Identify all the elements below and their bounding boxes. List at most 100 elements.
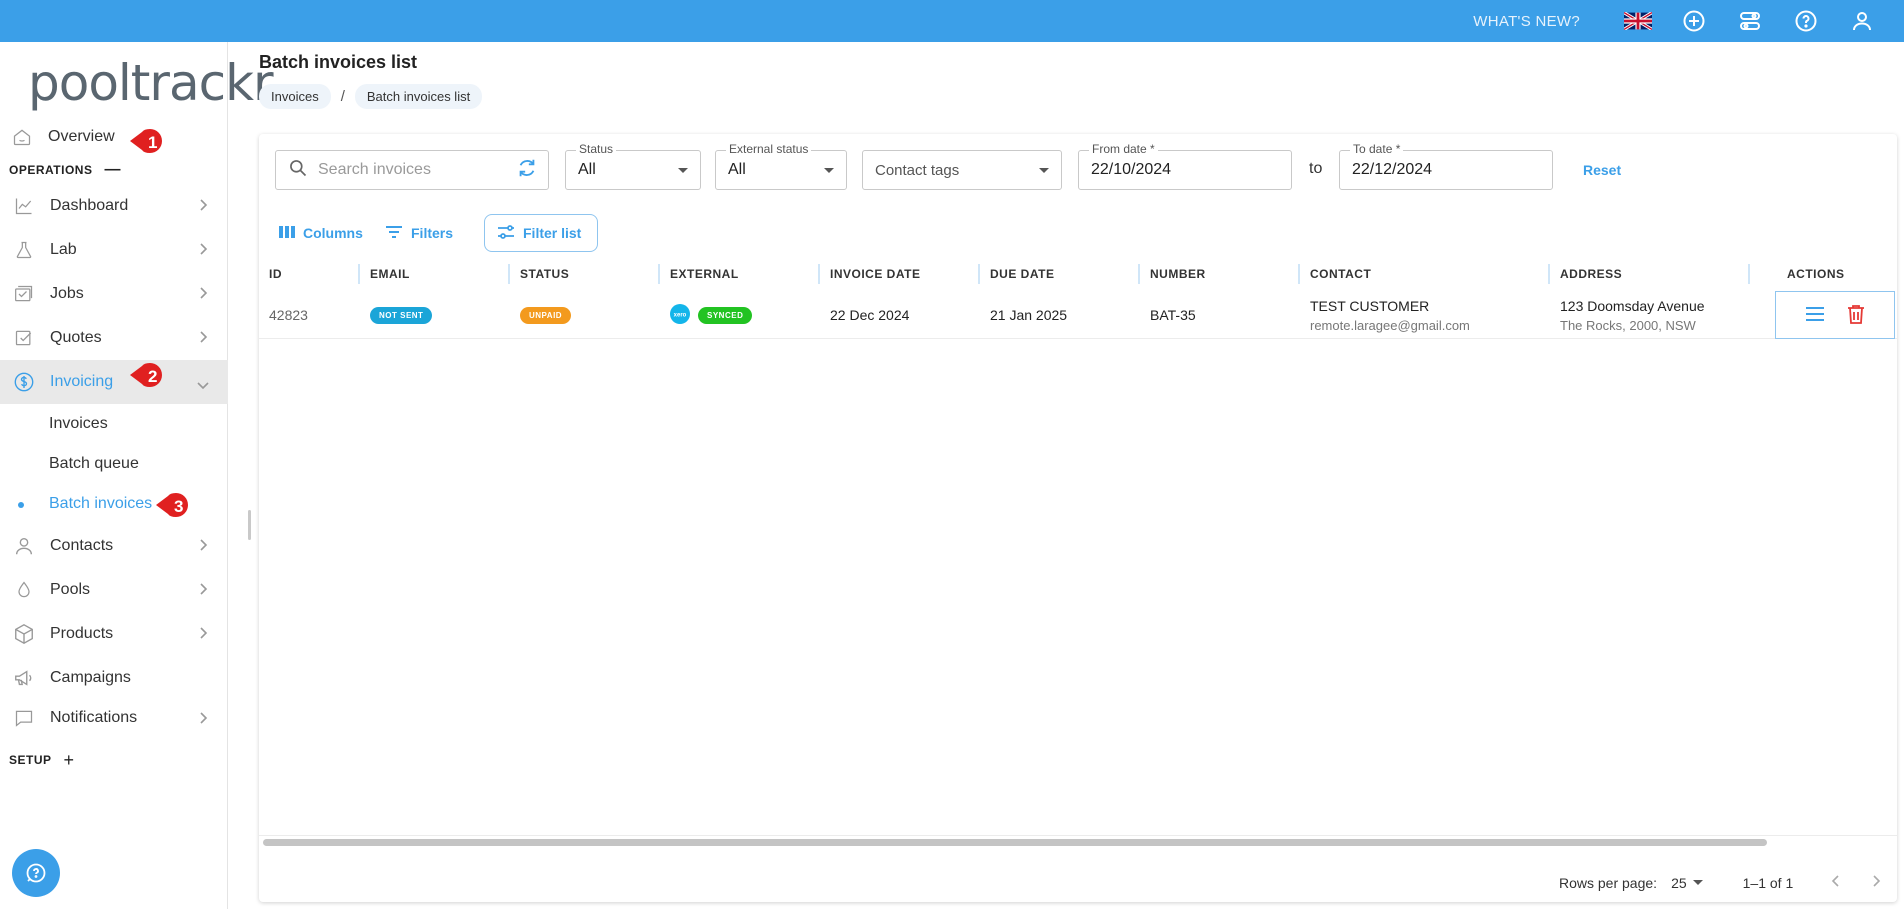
- rows-per-page-select[interactable]: 25: [1671, 875, 1703, 891]
- table-row[interactable]: 42823 NOT SENT UNPAID xero SYNCED 22 Dec…: [259, 291, 1897, 339]
- reset-button[interactable]: Reset: [1583, 162, 1621, 178]
- menu-icon[interactable]: [1805, 306, 1825, 325]
- column-header-id[interactable]: ID: [259, 257, 360, 291]
- sidebar-subitem-label: Batch queue: [49, 455, 139, 472]
- breadcrumb-invoices[interactable]: Invoices: [259, 84, 331, 109]
- sidebar-subitem-batch-queue[interactable]: Batch queue: [0, 444, 228, 484]
- xero-logo-icon: xero: [670, 303, 690, 327]
- caret-down-icon: [824, 168, 834, 173]
- column-header-external[interactable]: EXTERNAL: [660, 257, 820, 291]
- cell-address: 123 Doomsday Avenue The Rocks, 2000, NSW: [1550, 291, 1750, 339]
- column-header-label: NUMBER: [1150, 267, 1206, 281]
- collapse-minus-icon[interactable]: —: [104, 161, 121, 179]
- caret-down-icon: [678, 168, 688, 173]
- filter-list-label: Filter list: [523, 225, 582, 241]
- to-date-value: 22/12/2024: [1352, 161, 1433, 178]
- column-header-invoice-date[interactable]: INVOICE DATE: [820, 257, 980, 291]
- sidebar-item-notifications[interactable]: Notifications: [0, 700, 228, 736]
- contact-tags-select[interactable]: Contact tags: [862, 150, 1062, 190]
- contact-email: remote.laragee@gmail.com: [1310, 317, 1470, 333]
- from-date-label: From date *: [1089, 142, 1158, 156]
- sidebar-item-overview[interactable]: Overview: [0, 118, 228, 156]
- status-select[interactable]: Status All: [565, 142, 701, 190]
- sidebar-item-lab[interactable]: Lab: [0, 228, 228, 272]
- setup-section-header[interactable]: SETUP +: [0, 736, 228, 784]
- cell-email: NOT SENT: [360, 291, 510, 339]
- expand-plus-icon[interactable]: +: [64, 750, 75, 771]
- from-date-field[interactable]: From date * 22/10/2024: [1078, 142, 1292, 190]
- delete-icon[interactable]: [1847, 304, 1865, 327]
- sidebar-item-jobs[interactable]: Jobs: [0, 272, 228, 316]
- sidebar-item-invoicing[interactable]: Invoicing: [0, 360, 228, 404]
- columns-icon: [279, 225, 295, 242]
- sidebar-item-products[interactable]: Products: [0, 612, 228, 656]
- column-header-contact[interactable]: CONTACT: [1300, 257, 1550, 291]
- to-date-field[interactable]: To date * 22/12/2024: [1339, 142, 1553, 190]
- external-status-select[interactable]: External status All: [715, 142, 847, 190]
- box-icon: [10, 622, 38, 646]
- page-title: Batch invoices list: [259, 52, 418, 72]
- flask-icon: [10, 238, 38, 262]
- rows-per-page-value: 25: [1671, 874, 1687, 891]
- pooltrackr-logo[interactable]: pooltrackr: [28, 54, 274, 112]
- whats-new-link[interactable]: WHAT'S NEW?: [1473, 13, 1580, 30]
- sidebar-item-dashboard[interactable]: Dashboard: [0, 184, 228, 228]
- chevron-down-icon: [196, 377, 210, 395]
- chevron-right-icon: [198, 582, 208, 601]
- cell-contact: TEST CUSTOMER remote.laragee@gmail.com: [1300, 291, 1550, 339]
- dollar-circle-icon: [10, 370, 38, 394]
- jobs-icon: [10, 282, 38, 306]
- column-header-address[interactable]: ADDRESS: [1550, 257, 1750, 291]
- settings-toggles-icon[interactable]: [1722, 0, 1778, 42]
- sidebar-item-label: Jobs: [50, 285, 84, 302]
- status-select-value: All: [578, 161, 596, 178]
- columns-label: Columns: [303, 225, 363, 241]
- chart-line-icon: [10, 194, 38, 218]
- support-chat-button[interactable]: [12, 849, 60, 897]
- columns-button[interactable]: Columns: [267, 214, 375, 252]
- column-header-status[interactable]: STATUS: [510, 257, 660, 291]
- refresh-icon[interactable]: [516, 157, 538, 184]
- cell-invoice-date: 22 Dec 2024: [830, 307, 910, 323]
- caret-down-icon: [1692, 880, 1703, 885]
- chevron-right-icon: [198, 711, 208, 730]
- next-page-icon[interactable]: [1871, 874, 1881, 891]
- filters-button[interactable]: Filters: [373, 214, 465, 252]
- sidebar-item-label: Lab: [50, 241, 77, 258]
- column-header-label: EXTERNAL: [670, 267, 739, 281]
- external-sync-badge: SYNCED: [698, 306, 753, 324]
- search-placeholder: Search invoices: [318, 161, 431, 178]
- language-flag-icon[interactable]: [1610, 0, 1666, 42]
- column-header-due-date[interactable]: DUE DATE: [980, 257, 1140, 291]
- sidebar-item-campaigns[interactable]: Campaigns: [0, 656, 228, 700]
- contact-name[interactable]: TEST CUSTOMER: [1310, 298, 1429, 314]
- filters-label: Filters: [411, 225, 454, 241]
- filter-list-button[interactable]: Filter list: [484, 214, 598, 252]
- sidebar-item-pools[interactable]: Pools: [0, 568, 228, 612]
- user-account-icon[interactable]: [1834, 0, 1890, 42]
- rows-per-page-label: Rows per page:: [1559, 874, 1658, 891]
- sidebar-item-label: Products: [50, 625, 114, 642]
- column-header-label: ADDRESS: [1560, 267, 1623, 281]
- add-circle-icon[interactable]: [1666, 0, 1722, 42]
- column-header-email[interactable]: EMAIL: [360, 257, 510, 291]
- breadcrumb-separator: /: [340, 88, 345, 105]
- to-date-label: To date *: [1350, 142, 1404, 156]
- sidebar-item-quotes[interactable]: Quotes: [0, 316, 228, 360]
- top-bar: WHAT'S NEW?: [0, 0, 1904, 42]
- help-icon[interactable]: [1778, 0, 1834, 42]
- water-drop-icon: [10, 578, 38, 602]
- sidebar-item-contacts[interactable]: Contacts: [0, 524, 228, 568]
- sidebar-subitem-invoices[interactable]: Invoices: [0, 404, 228, 444]
- filter-lines-icon: [385, 225, 403, 242]
- person-icon: [10, 534, 38, 558]
- previous-page-icon[interactable]: [1831, 874, 1841, 891]
- horizontal-scrollbar[interactable]: [263, 839, 1767, 846]
- chevron-right-icon: [198, 626, 208, 645]
- search-icon: [288, 158, 308, 183]
- column-header-number[interactable]: NUMBER: [1140, 257, 1300, 291]
- operations-section-header[interactable]: OPERATIONS —: [0, 156, 228, 184]
- search-input[interactable]: Search invoices: [275, 150, 549, 190]
- address-line-1: 123 Doomsday Avenue: [1560, 297, 1705, 314]
- setup-label: SETUP: [9, 753, 52, 767]
